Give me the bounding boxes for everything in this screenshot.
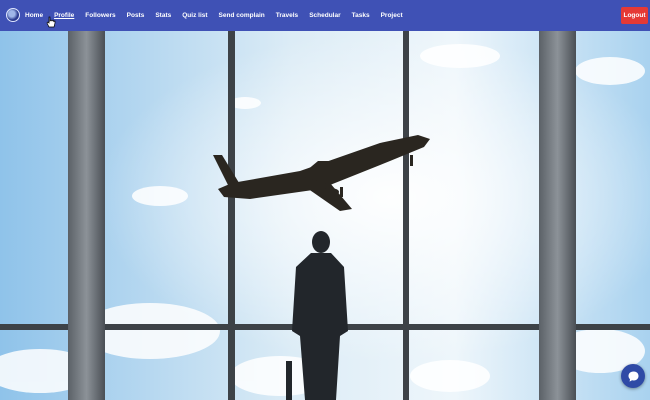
nav-project[interactable]: Project (381, 12, 403, 19)
nav-home[interactable]: Home (25, 12, 43, 19)
hero-background-image (0, 31, 650, 400)
logout-button[interactable]: Logout (621, 7, 648, 24)
nav-quiz-list[interactable]: Quiz list (182, 12, 207, 19)
chat-button[interactable] (621, 364, 645, 388)
nav-tasks[interactable]: Tasks (352, 12, 370, 19)
globe-logo-icon[interactable] (6, 8, 20, 22)
nav-schedular[interactable]: Schedular (309, 12, 340, 19)
nav-send-complain[interactable]: Send complain (219, 12, 265, 19)
nav-travels[interactable]: Travels (276, 12, 298, 19)
nav-followers[interactable]: Followers (85, 12, 115, 19)
top-navbar: Home Profile Followers Posts Stats Quiz … (0, 0, 650, 31)
nav-posts[interactable]: Posts (127, 12, 145, 19)
nav-profile[interactable]: Profile (54, 12, 74, 19)
nav-links: Home Profile Followers Posts Stats Quiz … (25, 0, 414, 31)
chat-bubble-icon (628, 371, 638, 382)
nav-stats[interactable]: Stats (155, 12, 171, 19)
hand-cursor-icon (46, 16, 56, 28)
